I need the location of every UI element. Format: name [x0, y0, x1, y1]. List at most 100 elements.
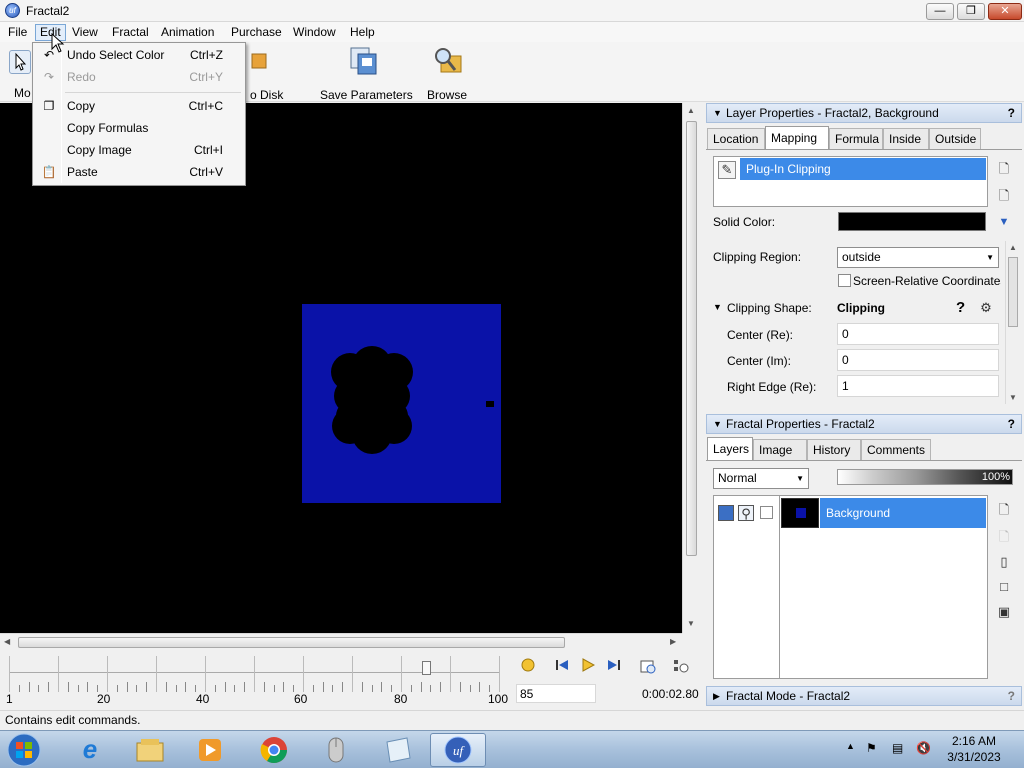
action-center-flag-icon[interactable]: ⚑ [866, 741, 877, 755]
properties-scrollbar[interactable]: ▲ ▼ [1005, 241, 1019, 404]
remove-transform-icon[interactable]: 🗋 [996, 188, 1012, 204]
tab-formula[interactable]: Formula [829, 128, 883, 149]
record-icon[interactable] [520, 658, 536, 674]
help-icon[interactable]: ? [1008, 104, 1015, 122]
new-layer-icon[interactable]: 🗋 [996, 502, 1012, 518]
volume-muted-icon[interactable]: 🔇 [916, 741, 931, 755]
copy-icon: ❐ [43, 99, 55, 113]
help-icon[interactable]: ? [1008, 687, 1015, 705]
network-icon[interactable]: ▤ [892, 741, 903, 755]
tab-location[interactable]: Location [707, 128, 765, 149]
canvas-vertical-scrollbar[interactable]: ▲ ▼ [682, 103, 699, 633]
help-icon[interactable]: ? [1008, 415, 1015, 433]
ruler-tick [303, 656, 304, 692]
delete-layer-icon[interactable]: ▣ [996, 604, 1012, 620]
restore-button[interactable]: ❐ [957, 3, 985, 20]
menu-item-copy-image[interactable]: Copy Image Ctrl+I [35, 140, 243, 161]
start-button[interactable] [4, 731, 44, 768]
add-transform-icon[interactable]: 🗋 [996, 161, 1012, 177]
chrome-icon[interactable] [246, 733, 302, 767]
tab-layers[interactable]: Layers [707, 437, 753, 460]
minimize-button[interactable]: — [926, 3, 954, 20]
duplicate-layer-icon[interactable]: 🗋 [996, 529, 1012, 545]
close-button[interactable]: ✕ [988, 3, 1022, 20]
taskbar-clock[interactable]: 2:16 AM 3/31/2023 [946, 733, 1002, 765]
scroll-right-arrow-icon[interactable]: ▶ [670, 637, 676, 646]
menu-item-paste[interactable]: 📋 Paste Ctrl+V [35, 162, 243, 183]
help-icon[interactable]: ? [956, 299, 965, 316]
scroll-down-arrow-icon[interactable]: ▼ [1009, 393, 1017, 402]
param-right-edge-input[interactable]: 1 [837, 375, 999, 397]
horizontal-scroll-thumb[interactable] [18, 637, 565, 648]
layer-row-background[interactable]: Background [820, 498, 986, 528]
mouse-icon[interactable] [308, 733, 364, 767]
screen-relative-checkbox[interactable] [838, 274, 851, 287]
menu-item-copy[interactable]: ❐ Copy Ctrl+C [35, 96, 243, 117]
fractal-mode-header[interactable]: ▶ Fractal Mode - Fractal2 ? [706, 686, 1022, 706]
color-dropdown-icon[interactable]: ▼ [996, 214, 1012, 230]
menu-item-redo[interactable]: ↷ Redo Ctrl+Y [35, 67, 243, 88]
layer-folder-icon[interactable]: □ [996, 579, 1012, 595]
expand-triangle-icon[interactable]: ▶ [713, 687, 720, 705]
menu-item-copy-formulas[interactable]: Copy Formulas [35, 118, 243, 139]
layer-magnifier-icon[interactable]: ⚲ [738, 505, 754, 521]
tab-mapping[interactable]: Mapping [765, 126, 829, 149]
menu-item-undo[interactable]: ↶ Undo Select Color Ctrl+Z [35, 45, 243, 66]
layer-properties-header[interactable]: ▼ Layer Properties - Fractal2, Backgroun… [706, 103, 1022, 123]
scroll-down-arrow-icon[interactable]: ▼ [687, 619, 695, 628]
param-center-im-input[interactable]: 0 [837, 349, 999, 371]
scroll-left-arrow-icon[interactable]: ◀ [4, 637, 10, 646]
collapse-triangle-icon[interactable]: ▼ [713, 415, 722, 433]
frame-number-input[interactable]: 85 [516, 684, 596, 703]
media-player-icon[interactable] [182, 733, 238, 767]
scroll-up-arrow-icon[interactable]: ▲ [687, 106, 695, 115]
list-item-plug-in-clipping[interactable]: Plug-In Clipping [740, 158, 986, 180]
menu-purchase[interactable]: Purchase [227, 24, 286, 41]
add-mask-icon[interactable]: ▯ [996, 554, 1012, 570]
menu-help[interactable]: Help [346, 24, 379, 41]
properties-scroll-thumb[interactable] [1008, 257, 1018, 327]
layer-lock-checkbox[interactable] [760, 506, 773, 519]
timeline-slider-thumb[interactable] [421, 661, 431, 675]
canvas-horizontal-scrollbar[interactable]: ◀ ▶ [0, 633, 682, 650]
clipping-region-select[interactable]: outside ▼ [837, 247, 999, 268]
tab-image[interactable]: Image [753, 439, 807, 460]
save-to-disk-button[interactable]: o Disk [250, 44, 283, 102]
vertical-scroll-thumb[interactable] [686, 121, 697, 556]
tab-history[interactable]: History [807, 439, 861, 460]
formula-browser-icon[interactable]: ⚙ [978, 300, 994, 316]
tab-inside[interactable]: Inside [883, 128, 929, 149]
redo-icon: ↷ [43, 70, 55, 84]
file-explorer-icon[interactable] [122, 733, 178, 767]
ultra-fractal-taskbar-icon[interactable]: uf [430, 733, 486, 767]
last-frame-icon[interactable] [606, 658, 622, 674]
screen-relative-label: Screen-Relative Coordinates [853, 274, 1001, 288]
menu-fractal[interactable]: Fractal [108, 24, 153, 41]
solid-color-swatch[interactable] [838, 212, 986, 231]
menu-window[interactable]: Window [289, 24, 340, 41]
animation-settings-icon[interactable] [673, 658, 689, 674]
scroll-up-arrow-icon[interactable]: ▲ [1009, 243, 1017, 252]
tab-outside[interactable]: Outside [929, 128, 981, 149]
menu-animation[interactable]: Animation [157, 24, 218, 41]
internet-explorer-icon[interactable]: e [62, 733, 118, 767]
save-parameters-button[interactable]: Save Parameters [320, 44, 413, 102]
tab-comments[interactable]: Comments [861, 439, 931, 460]
menu-view[interactable]: View [68, 24, 102, 41]
expand-triangle-icon[interactable]: ▼ [713, 302, 722, 312]
layer-visible-icon[interactable] [718, 505, 734, 521]
browse-button[interactable]: Browse [427, 44, 467, 102]
notepad-icon[interactable] [370, 733, 426, 767]
tray-expand-icon[interactable]: ▲ [846, 741, 855, 751]
fractal-properties-header[interactable]: ▼ Fractal Properties - Fractal2 ? [706, 414, 1022, 434]
menu-file[interactable]: File [4, 24, 31, 41]
blend-mode-select[interactable]: Normal ▼ [713, 468, 809, 489]
param-center-re-input[interactable]: 0 [837, 323, 999, 345]
collapse-triangle-icon[interactable]: ▼ [713, 104, 722, 122]
solid-color-label: Solid Color: [713, 215, 776, 229]
mode-button[interactable]: Mo [8, 44, 32, 100]
opacity-slider[interactable]: 100% [837, 469, 1013, 485]
keyframe-icon[interactable] [640, 658, 656, 674]
first-frame-icon[interactable] [554, 658, 570, 674]
play-icon[interactable] [580, 658, 596, 674]
